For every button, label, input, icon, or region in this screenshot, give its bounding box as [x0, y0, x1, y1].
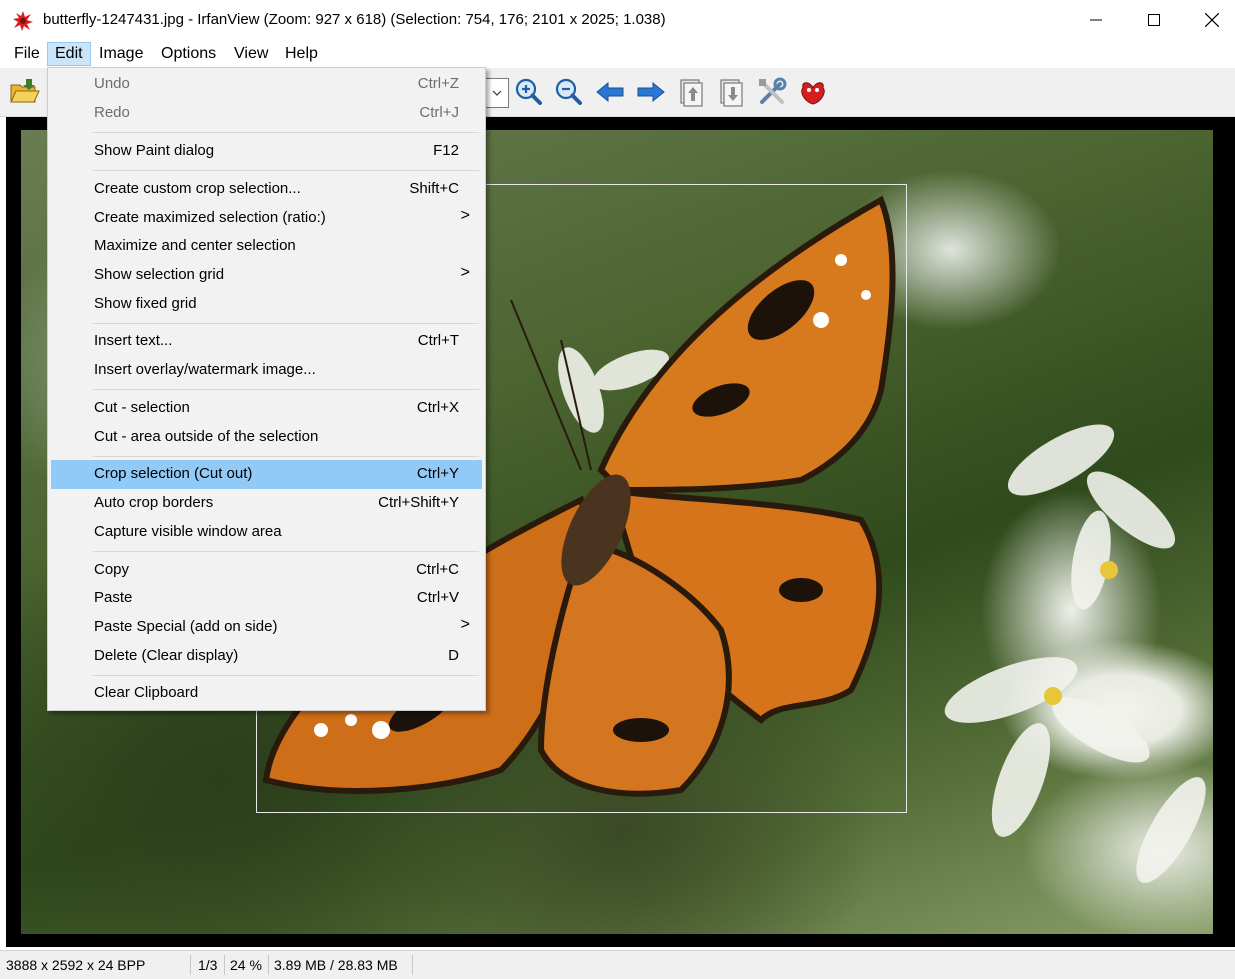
menu-item-label: Paste — [94, 589, 133, 606]
menu-item-shortcut: Ctrl+X — [416, 399, 459, 416]
menu-item-label: Copy — [94, 561, 130, 578]
menu-item-label: Auto crop borders — [94, 494, 214, 511]
menu-item-label: Insert text... — [94, 332, 173, 349]
menu-item-label: Crop selection (Cut out) — [94, 465, 253, 482]
menu-item-shortcut: F12 — [433, 142, 459, 159]
submenu-arrow-icon: > — [460, 616, 470, 633]
menu-item-label: Maximize and center selection — [94, 237, 296, 254]
menu-item-label: Undo — [94, 75, 130, 92]
menu-file[interactable]: File — [7, 43, 47, 65]
menu-item-label: Create custom crop selection... — [94, 180, 301, 197]
menu-item-insert-text[interactable]: Insert text... Ctrl+T — [51, 327, 482, 356]
menu-item-undo[interactable]: Undo Ctrl+Z — [51, 70, 482, 99]
menu-separator — [93, 170, 479, 171]
menu-item-create-custom-crop[interactable]: Create custom crop selection... Shift+C — [51, 175, 482, 204]
menu-item-copy[interactable]: Copy Ctrl+C — [51, 556, 482, 585]
submenu-arrow-icon: > — [460, 264, 470, 281]
status-divider — [268, 955, 269, 975]
previous-arrow-icon[interactable] — [594, 76, 626, 108]
status-divider — [224, 955, 225, 975]
menu-separator — [93, 323, 479, 324]
menu-item-shortcut: Shift+C — [409, 180, 459, 197]
window-title: butterfly-1247431.jpg - IrfanView (Zoom:… — [43, 11, 666, 28]
status-bar: 3888 x 2592 x 24 BPP 1/3 24 % 3.89 MB / … — [0, 950, 1235, 979]
menu-item-label: Cut - selection — [94, 399, 190, 416]
submenu-arrow-icon: > — [460, 207, 470, 224]
menu-item-shortcut: Ctrl+Shift+Y — [378, 494, 459, 511]
minimize-button[interactable] — [1067, 0, 1125, 40]
menu-item-label: Show Paint dialog — [94, 142, 215, 159]
menu-help[interactable]: Help — [278, 43, 325, 65]
menu-item-crop-selection[interactable]: Crop selection (Cut out) Ctrl+Y — [51, 460, 482, 489]
chevron-down-icon — [492, 90, 502, 96]
menu-item-label: Insert overlay/watermark image... — [94, 361, 316, 378]
zoom-combo-dropdown[interactable] — [486, 78, 509, 108]
menu-item-shortcut: Ctrl+T — [417, 332, 459, 349]
status-divider — [190, 955, 191, 975]
maximize-button[interactable] — [1125, 0, 1183, 40]
menu-item-clear-clipboard[interactable]: Clear Clipboard — [51, 679, 482, 708]
menu-options[interactable]: Options — [154, 43, 223, 65]
menu-item-paste[interactable]: Paste Ctrl+V — [51, 584, 482, 613]
menu-item-label: Show fixed grid — [94, 295, 197, 312]
menu-item-maximize-center[interactable]: Maximize and center selection — [51, 232, 482, 261]
menu-item-auto-crop-borders[interactable]: Auto crop borders Ctrl+Shift+Y — [51, 489, 482, 518]
menu-item-capture-visible-window[interactable]: Capture visible window area — [51, 518, 482, 547]
edit-menu-dropdown: Undo Ctrl+Z Redo Ctrl+J Show Paint dialo… — [47, 67, 486, 711]
copy-page-icon[interactable] — [675, 76, 707, 108]
next-arrow-icon[interactable] — [635, 76, 667, 108]
menu-item-shortcut: Ctrl+V — [416, 589, 459, 606]
menu-item-paste-special[interactable]: Paste Special (add on side) > — [51, 613, 482, 642]
maximize-icon — [1148, 14, 1160, 26]
minimize-icon — [1090, 19, 1102, 21]
zoom-out-icon[interactable] — [553, 76, 585, 108]
menu-item-label: Show selection grid — [94, 266, 225, 283]
menu-item-shortcut: Ctrl+C — [416, 561, 459, 578]
status-dimensions: 3888 x 2592 x 24 BPP — [6, 957, 146, 973]
menu-item-show-fixed-grid[interactable]: Show fixed grid — [51, 290, 482, 319]
menu-image[interactable]: Image — [92, 43, 150, 65]
menu-item-show-paint-dialog[interactable]: Show Paint dialog F12 — [51, 137, 482, 166]
zoom-in-icon[interactable] — [513, 76, 545, 108]
open-folder-icon[interactable] — [8, 76, 40, 108]
menu-separator — [93, 132, 479, 133]
title-bar: butterfly-1247431.jpg - IrfanView (Zoom:… — [0, 0, 1235, 40]
status-divider — [412, 955, 413, 975]
menu-separator — [93, 456, 479, 457]
menu-item-shortcut: Ctrl+J — [419, 104, 459, 121]
menu-view[interactable]: View — [227, 43, 275, 65]
menu-item-shortcut: D — [448, 647, 459, 664]
irfanview-logo-icon[interactable] — [797, 76, 829, 108]
menu-item-delete[interactable]: Delete (Clear display) D — [51, 642, 482, 671]
irfanview-app-icon[interactable] — [12, 10, 34, 32]
menu-item-label: Cut - area outside of the selection — [94, 428, 319, 445]
menu-separator — [93, 551, 479, 552]
menu-item-cut-selection[interactable]: Cut - selection Ctrl+X — [51, 394, 482, 423]
status-page: 1/3 — [198, 957, 218, 973]
menu-item-show-selection-grid[interactable]: Show selection grid > — [51, 261, 482, 290]
close-button[interactable] — [1183, 0, 1235, 40]
menu-separator — [93, 675, 479, 676]
menu-item-label: Create maximized selection (ratio:) — [94, 209, 326, 226]
menu-item-shortcut: Ctrl+Y — [416, 465, 459, 482]
menu-item-label: Redo — [94, 104, 130, 121]
menu-item-insert-overlay[interactable]: Insert overlay/watermark image... — [51, 356, 482, 385]
menu-item-label: Paste Special (add on side) — [94, 618, 278, 635]
status-memory: 3.89 MB / 28.83 MB — [274, 957, 398, 973]
menu-item-redo[interactable]: Redo Ctrl+J — [51, 99, 482, 128]
menu-bar: File Edit Image Options View Help — [0, 40, 1235, 68]
menu-item-label: Delete (Clear display) — [94, 647, 239, 664]
menu-item-label: Capture visible window area — [94, 523, 282, 540]
menu-item-label: Clear Clipboard — [94, 684, 199, 701]
paste-page-icon[interactable] — [715, 76, 747, 108]
menu-item-create-maximized-selection[interactable]: Create maximized selection (ratio:) > — [51, 204, 482, 233]
status-zoom: 24 % — [230, 957, 262, 973]
menu-edit[interactable]: Edit — [47, 42, 91, 66]
tools-icon[interactable] — [756, 76, 788, 108]
menu-item-shortcut: Ctrl+Z — [417, 75, 459, 92]
menu-item-cut-outside[interactable]: Cut - area outside of the selection — [51, 423, 482, 452]
close-icon — [1205, 13, 1219, 27]
menu-separator — [93, 389, 479, 390]
